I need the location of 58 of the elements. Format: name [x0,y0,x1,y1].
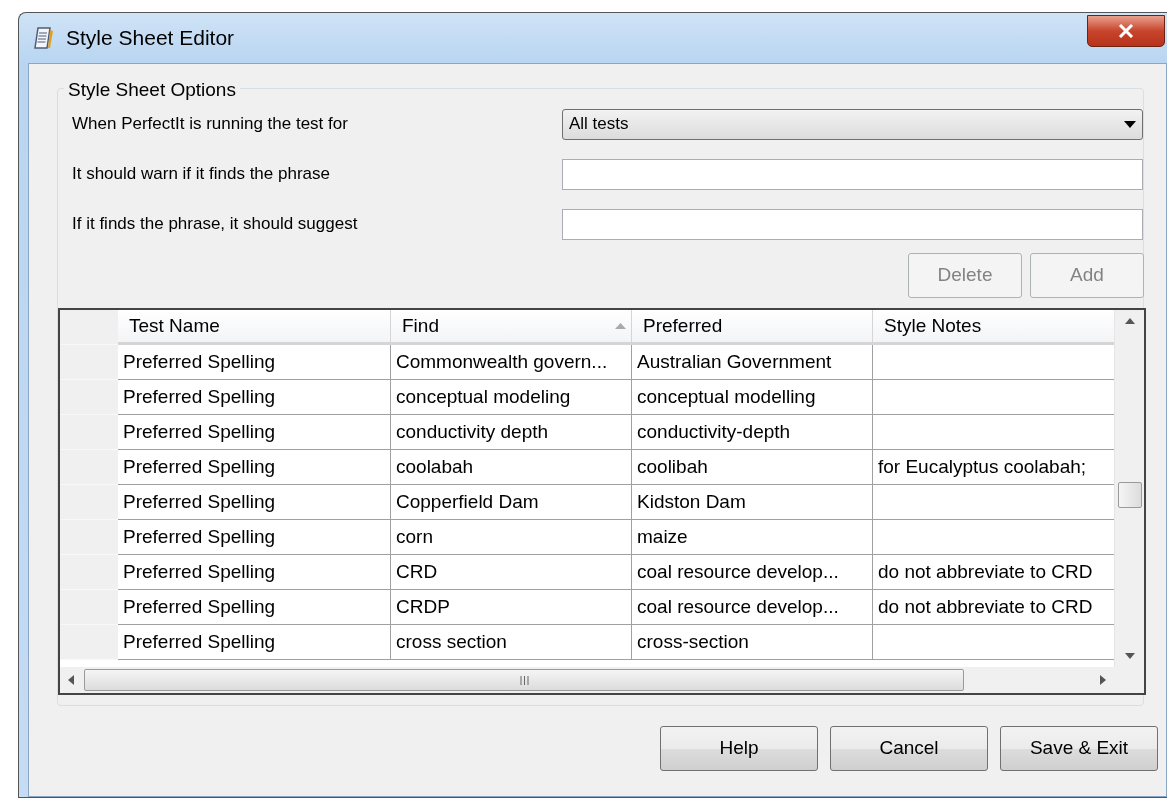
column-header[interactable]: Find [391,310,632,345]
scroll-thumb[interactable] [84,669,964,691]
header-label: Preferred [643,313,723,338]
table-cell: maize [632,520,873,555]
table-cell: Preferred Spelling [118,520,391,555]
table-cell: conceptual modeling [391,380,632,415]
table-cell: Preferred Spelling [118,555,391,590]
button[interactable]: Cancel [830,726,988,771]
table-cell: Commonwealth govern... [391,345,632,380]
down-arrow-icon[interactable] [1124,653,1135,659]
table-cell: Copperfield Dam [391,485,632,520]
table-cell: coolibah [632,450,873,485]
dropdown-arrow-icon [1124,120,1136,128]
column-header[interactable]: Preferred [632,310,873,345]
table-cell: Preferred Spelling [118,380,391,415]
table-cell: Kidston Dam [632,485,873,520]
table-cell: conductivity-depth [632,415,873,450]
horizontal-scrollbar[interactable] [60,667,1114,693]
field-label: If it finds the phrase, it should suggest [72,213,358,236]
table-cell: Preferred Spelling [118,415,391,450]
input-field[interactable] [562,158,1143,190]
table-cell: Preferred Spelling [118,345,391,380]
document-icon [34,26,56,50]
table-cell: Preferred Spelling [118,485,391,520]
column-header[interactable]: Test Name [118,310,391,345]
up-arrow-icon[interactable] [1124,318,1135,324]
table-cell: coal resource develop... [632,590,873,625]
table-cell: cross section [391,625,632,660]
table-cell: coolabah [391,450,632,485]
field-label: When PerfectIt is running the test for [72,113,348,136]
table-cell: Preferred Spelling [118,450,391,485]
button[interactable]: Help [660,726,818,771]
header-label: Find [402,313,439,338]
table-cell: conceptual modelling [632,380,873,415]
dropdown-value: All tests [569,113,629,136]
table-cell: Australian Government [632,345,873,380]
header-label: Test Name [129,313,220,338]
window-title: Style Sheet Editor [66,25,235,52]
input-field[interactable] [562,208,1143,240]
table-cell: Preferred Spelling [118,590,391,625]
scroll-thumb[interactable] [1118,482,1142,508]
grip-icon [519,675,529,685]
button[interactable]: Save & Exit [1000,726,1158,771]
table-cell: Preferred Spelling [118,625,391,660]
table-cell: coal resource develop... [632,555,873,590]
left-arrow-icon[interactable] [68,675,74,685]
table-cell: CRDP [391,590,632,625]
table-cell: CRD [391,555,632,590]
vertical-scrollbar[interactable] [1114,310,1144,667]
right-arrow-icon[interactable] [1100,675,1106,685]
close-button[interactable] [1087,15,1165,47]
table-cell: conductivity depth [391,415,632,450]
close-icon [1118,24,1134,38]
dropdown[interactable]: All tests [562,108,1143,140]
table-cell: corn [391,520,632,555]
table-cell: cross-section [632,625,873,660]
header-label: Style Notes [884,313,982,338]
field-label: It should warn if it finds the phrase [72,163,330,186]
